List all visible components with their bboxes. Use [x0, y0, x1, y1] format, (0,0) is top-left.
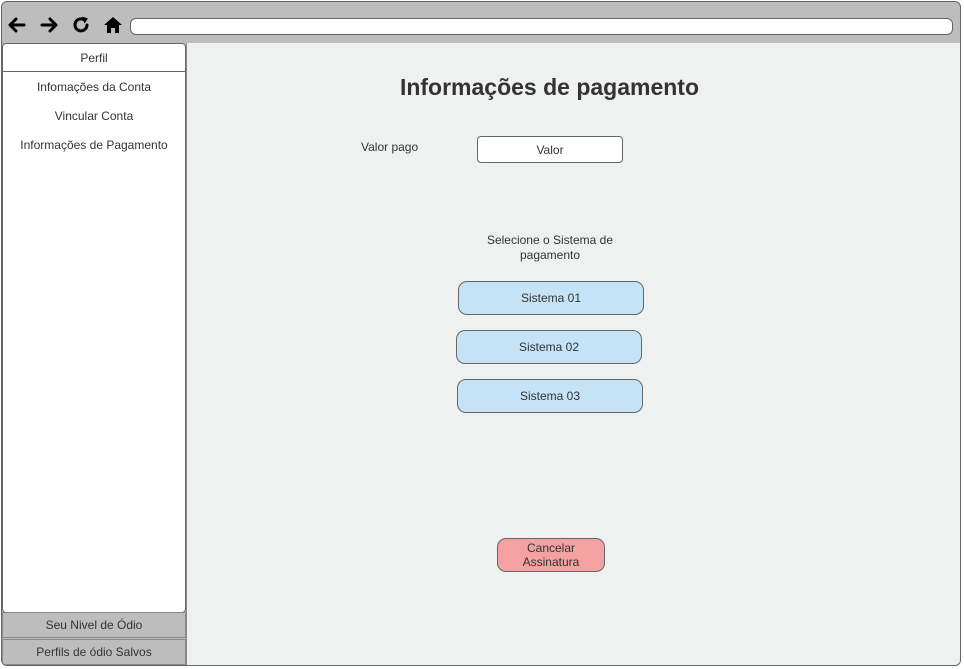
system-03-button[interactable]: Sistema 03: [457, 379, 643, 413]
sidebar-item-hate-level[interactable]: Seu Nivel de Ódio: [2, 612, 186, 638]
sidebar-item-saved-profiles[interactable]: Perfils de ódio Salvos: [2, 639, 186, 665]
system-01-button[interactable]: Sistema 01: [458, 281, 644, 315]
browser-window: Perfil Infomações da Conta Vincular Cont…: [1, 1, 961, 666]
page-title: Informações de pagamento: [399, 74, 700, 100]
system-02-button[interactable]: Sistema 02: [456, 330, 642, 364]
reload-icon[interactable]: [70, 14, 92, 36]
back-arrow-icon[interactable]: [6, 14, 28, 36]
home-icon[interactable]: [102, 14, 124, 36]
valor-pago-label: Valor pago: [361, 140, 419, 154]
sidebar-header-perfil[interactable]: Perfil: [3, 44, 185, 72]
sidebar-item-account-info[interactable]: Infomações da Conta: [3, 72, 185, 101]
sidebar-item-payment-info[interactable]: Informações de Pagamento: [3, 130, 185, 159]
main-content: Informações de pagamento Valor pago Sele…: [186, 43, 960, 665]
sidebar-panel: Perfil Infomações da Conta Vincular Cont…: [2, 43, 186, 613]
url-bar[interactable]: [130, 18, 953, 35]
select-system-label: Selecione o Sistema de pagamento: [486, 233, 614, 262]
browser-toolbar: [2, 2, 960, 44]
forward-arrow-icon[interactable]: [38, 14, 60, 36]
cancel-subscription-button[interactable]: Cancelar Assinatura: [497, 538, 605, 572]
sidebar-item-link-account[interactable]: Vincular Conta: [3, 101, 185, 130]
valor-field[interactable]: [477, 136, 623, 163]
sidebar: Perfil Infomações da Conta Vincular Cont…: [2, 43, 186, 665]
